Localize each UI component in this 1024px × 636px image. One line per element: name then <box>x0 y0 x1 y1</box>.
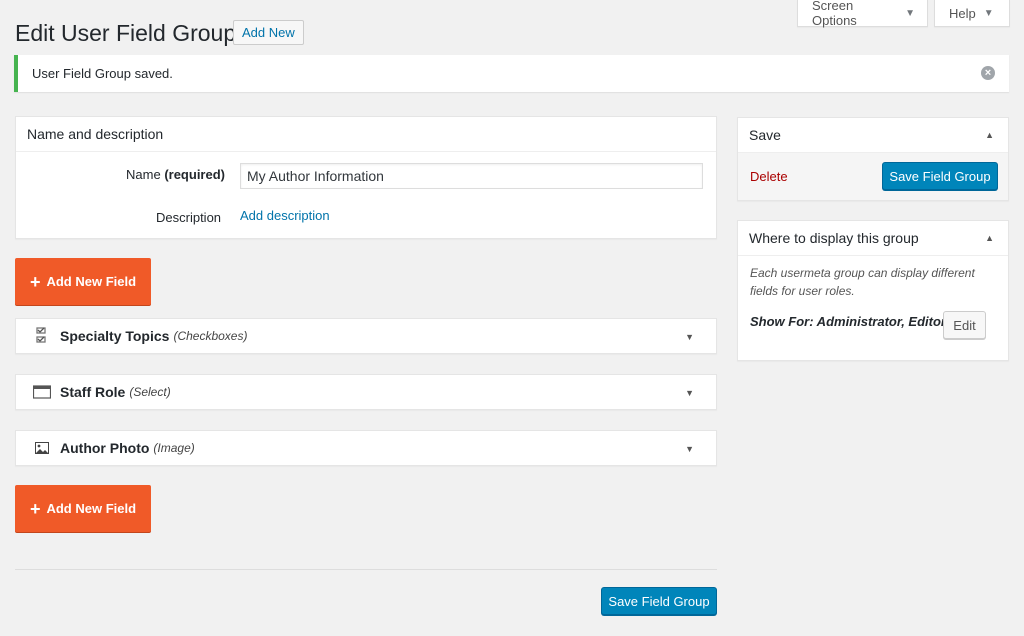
plus-icon: + <box>29 271 41 292</box>
divider <box>15 569 717 570</box>
add-new-button[interactable]: Add New <box>233 20 304 45</box>
add-new-field-label: Add New Field <box>46 501 137 516</box>
saved-notice: User Field Group saved. × <box>14 55 1009 92</box>
save-field-group-button[interactable]: Save Field Group <box>601 587 717 615</box>
help-label: Help <box>949 5 976 21</box>
collapse-toggle-icon[interactable]: ▲ <box>985 130 994 140</box>
dismiss-icon[interactable]: × <box>981 66 995 80</box>
field-name: Staff Role <box>60 384 126 400</box>
checkboxes-icon <box>33 327 51 345</box>
caret-down-icon: ▼ <box>983 7 994 19</box>
screen-options-label: Screen Options <box>812 0 857 28</box>
display-description: Each usermeta group can display differen… <box>750 266 975 298</box>
show-for-roles: Show For: Administrator, Editor <box>750 314 946 329</box>
save-box-title: Save <box>749 127 781 143</box>
name-description-box: Name and description Name (required) My … <box>15 116 717 239</box>
expand-toggle-icon[interactable]: ▼ <box>685 388 694 398</box>
notice-message: User Field Group saved. <box>32 66 173 81</box>
image-icon <box>33 439 51 457</box>
name-label: Name (required) <box>126 167 225 182</box>
field-type: (Select) <box>129 385 171 399</box>
name-input-value: My Author Information <box>247 168 384 184</box>
save-field-group-button[interactable]: Save Field Group <box>882 162 998 190</box>
expand-toggle-icon[interactable]: ▼ <box>685 444 694 454</box>
delete-link[interactable]: Delete <box>750 169 788 184</box>
name-box-title: Name and description <box>16 117 716 152</box>
field-type: (Checkboxes) <box>173 329 248 343</box>
display-box-header[interactable]: Where to display this group ▲ <box>738 221 1008 256</box>
add-new-field-button[interactable]: + Add New Field <box>15 485 151 532</box>
display-location-box: Where to display this group ▲ Each userm… <box>737 220 1009 361</box>
save-box-header[interactable]: Save ▲ <box>738 118 1008 153</box>
add-new-field-label: Add New Field <box>46 274 137 289</box>
caret-down-icon: ▼ <box>905 7 915 19</box>
field-item-specialty-topics[interactable]: Specialty Topics (Checkboxes) ▼ <box>15 318 717 354</box>
page-title: Edit User Field Group <box>15 20 237 46</box>
required-indicator: (required) <box>164 167 225 182</box>
display-box-title: Where to display this group <box>749 230 919 246</box>
field-item-staff-role[interactable]: Staff Role (Select) ▼ <box>15 374 717 410</box>
field-type: (Image) <box>153 441 195 455</box>
field-item-author-photo[interactable]: Author Photo (Image) ▼ <box>15 430 717 466</box>
edit-roles-button[interactable]: Edit <box>943 311 986 339</box>
add-description-link[interactable]: Add description <box>240 208 330 223</box>
collapse-toggle-icon[interactable]: ▲ <box>985 233 994 243</box>
select-icon <box>33 383 51 401</box>
field-name: Author Photo <box>60 440 150 456</box>
description-label: Description <box>156 210 222 225</box>
plus-icon: + <box>29 498 41 519</box>
add-new-field-button[interactable]: + Add New Field <box>15 258 151 305</box>
name-label-text: Name <box>126 167 161 182</box>
help-tab[interactable]: Help ▼ <box>934 0 1010 27</box>
expand-toggle-icon[interactable]: ▼ <box>685 332 694 342</box>
name-input[interactable]: My Author Information <box>240 163 703 189</box>
screen-options-tab[interactable]: Screen Options ▼ <box>797 0 928 28</box>
field-name: Specialty Topics <box>60 328 170 344</box>
